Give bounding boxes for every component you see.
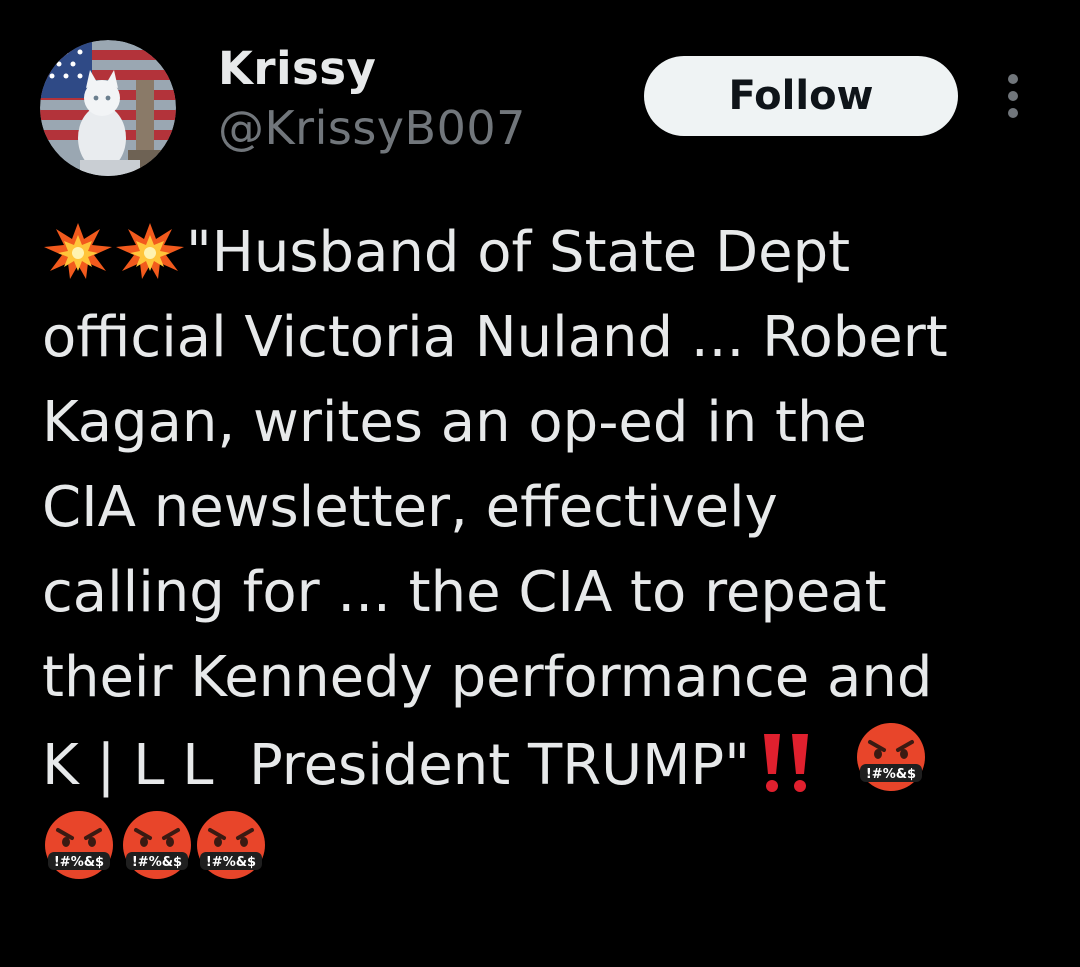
tweet-line: their Kennedy performance and: [42, 645, 933, 710]
emoji-symbols: !#%&$: [54, 855, 104, 870]
more-vertical-icon: [1008, 74, 1018, 118]
tweet-line: "Husband of State Dept: [42, 210, 1052, 295]
display-name[interactable]: Krissy: [218, 40, 526, 98]
tweet-line: CIA newsletter, effectively: [42, 475, 778, 540]
double-exclamation-emoji-icon: [756, 730, 818, 794]
face-with-symbols-on-mouth-emoji-icon: !#%&$: [116, 808, 194, 882]
more-options-button[interactable]: [996, 70, 1030, 122]
emoji-symbols: !#%&$: [866, 767, 916, 782]
tweet-line: !#%&$ !#%&$ !#%&$: [42, 808, 1052, 896]
collision-emoji-icon: [42, 221, 114, 281]
face-with-symbols-on-mouth-emoji-icon: !#%&$: [194, 808, 268, 882]
tweet-line: K | L L President TRUMP" !#%&$: [42, 720, 1052, 808]
tweet-line: Kagan, writes an op-ed in the: [42, 390, 867, 455]
tweet-line-text: K | L L President TRUMP": [42, 733, 750, 798]
user-handle[interactable]: @KrissyB007: [218, 98, 526, 158]
tweet-line: official Victoria Nuland ... Robert: [42, 305, 948, 370]
emoji-symbols: !#%&$: [206, 855, 256, 870]
follow-button[interactable]: Follow: [644, 56, 958, 136]
author-block[interactable]: Krissy @KrissyB007: [218, 40, 526, 158]
tweet-line: calling for ... the CIA to repeat: [42, 560, 887, 625]
avatar[interactable]: [40, 40, 176, 176]
avatar-image: [40, 40, 176, 176]
face-with-symbols-on-mouth-emoji-icon: !#%&$: [854, 720, 928, 794]
collision-emoji-icon: [114, 221, 186, 281]
tweet-text: "Husband of State Dept official Victoria…: [42, 210, 1052, 896]
face-with-symbols-on-mouth-emoji-icon: !#%&$: [42, 808, 116, 882]
tweet-line-text: "Husband of State Dept: [186, 220, 851, 285]
emoji-symbols: !#%&$: [132, 855, 182, 870]
